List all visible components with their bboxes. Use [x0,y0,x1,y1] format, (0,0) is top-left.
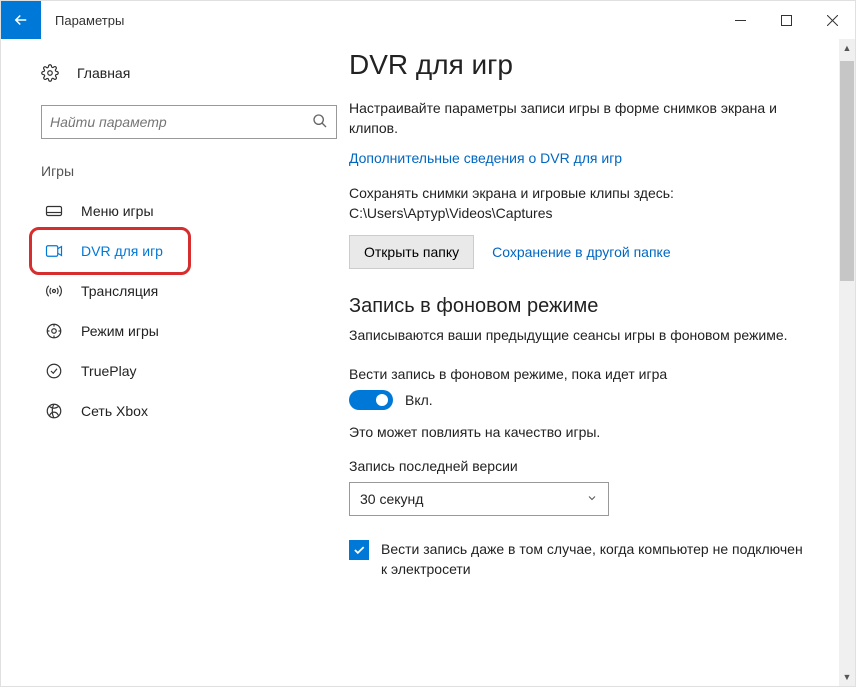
select-value: 30 секунд [360,491,423,507]
sidebar-item-label: Трансляция [81,283,158,299]
close-button[interactable] [809,1,855,39]
home-button[interactable]: Главная [41,55,337,91]
sidebar-item-label: Меню игры [81,203,154,219]
sidebar-item-label: DVR для игр [81,243,163,259]
category-label: Игры [41,163,337,179]
sidebar-item-label: Режим игры [81,323,159,339]
scrollbar[interactable]: ▲ ▼ [839,39,855,686]
titlebar: Параметры [1,1,855,39]
minimize-icon [735,15,746,26]
folder-row: Открыть папку Сохранение в другой папке [349,235,803,269]
check-icon [352,543,366,557]
intro-text: Настраивайте параметры записи игры в фор… [349,99,803,138]
quality-note: Это может повлиять на качество игры. [349,424,803,440]
arrow-left-icon [12,11,30,29]
search-input[interactable] [50,114,312,130]
toggle-knob [376,394,388,406]
bg-record-title: Запись в фоновом режиме [349,295,803,318]
sidebar-item-game-dvr[interactable]: DVR для игр [41,231,337,271]
gamebar-icon [45,202,63,220]
gamemode-icon [45,322,63,340]
bg-toggle-label: Вести запись в фоновом режиме, пока идет… [349,366,803,382]
sidebar-item-label: Сеть Xbox [81,403,148,419]
sidebar-item-trueplay[interactable]: TruePlay [41,351,337,391]
maximize-icon [781,15,792,26]
trueplay-icon [45,362,63,380]
search-box[interactable] [41,105,337,139]
save-path-text: Сохранять снимки экрана и игровые клипы … [349,184,803,223]
last-record-label: Запись последней версии [349,458,803,474]
sidebar-item-xbox-network[interactable]: Сеть Xbox [41,391,337,431]
close-icon [827,15,838,26]
sidebar: Главная Игры Меню игры DVR [1,39,349,686]
chevron-down-icon [586,491,598,507]
gear-icon [41,64,59,82]
search-icon [312,113,328,132]
minimize-button[interactable] [717,1,763,39]
back-button[interactable] [1,1,41,39]
body: Главная Игры Меню игры DVR [1,39,855,686]
sidebar-item-game-bar[interactable]: Меню игры [41,191,337,231]
broadcast-icon [45,282,63,300]
last-record-select[interactable]: 30 секунд [349,482,609,516]
sidebar-item-game-mode[interactable]: Режим игры [41,311,337,351]
open-folder-button[interactable]: Открыть папку [349,235,474,269]
more-info-link[interactable]: Дополнительные сведения о DVR для игр [349,150,622,166]
scrollbar-thumb[interactable] [840,61,854,281]
window-controls [717,1,855,39]
xbox-icon [45,402,63,420]
toggle-state-label: Вкл. [405,392,433,408]
save-other-folder-link[interactable]: Сохранение в другой папке [492,244,671,260]
bg-record-desc: Записываются ваши предыдущие сеансы игры… [349,326,803,346]
battery-checkbox-label: Вести запись даже в том случае, когда ко… [381,540,803,579]
scroll-down-icon[interactable]: ▼ [839,668,855,686]
window-title: Параметры [55,13,124,28]
battery-checkbox[interactable] [349,540,369,560]
toggle-row: Вкл. [349,390,803,410]
settings-window: Параметры Главная [0,0,856,687]
sidebar-item-broadcast[interactable]: Трансляция [41,271,337,311]
content-area: DVR для игр Настраивайте параметры запис… [349,39,855,686]
page-title: DVR для игр [349,49,803,81]
battery-checkbox-row: Вести запись даже в том случае, когда ко… [349,540,803,579]
home-label: Главная [77,65,130,81]
scroll-up-icon[interactable]: ▲ [839,39,855,57]
dvr-icon [45,242,63,260]
bg-record-toggle[interactable] [349,390,393,410]
sidebar-item-label: TruePlay [81,363,137,379]
maximize-button[interactable] [763,1,809,39]
